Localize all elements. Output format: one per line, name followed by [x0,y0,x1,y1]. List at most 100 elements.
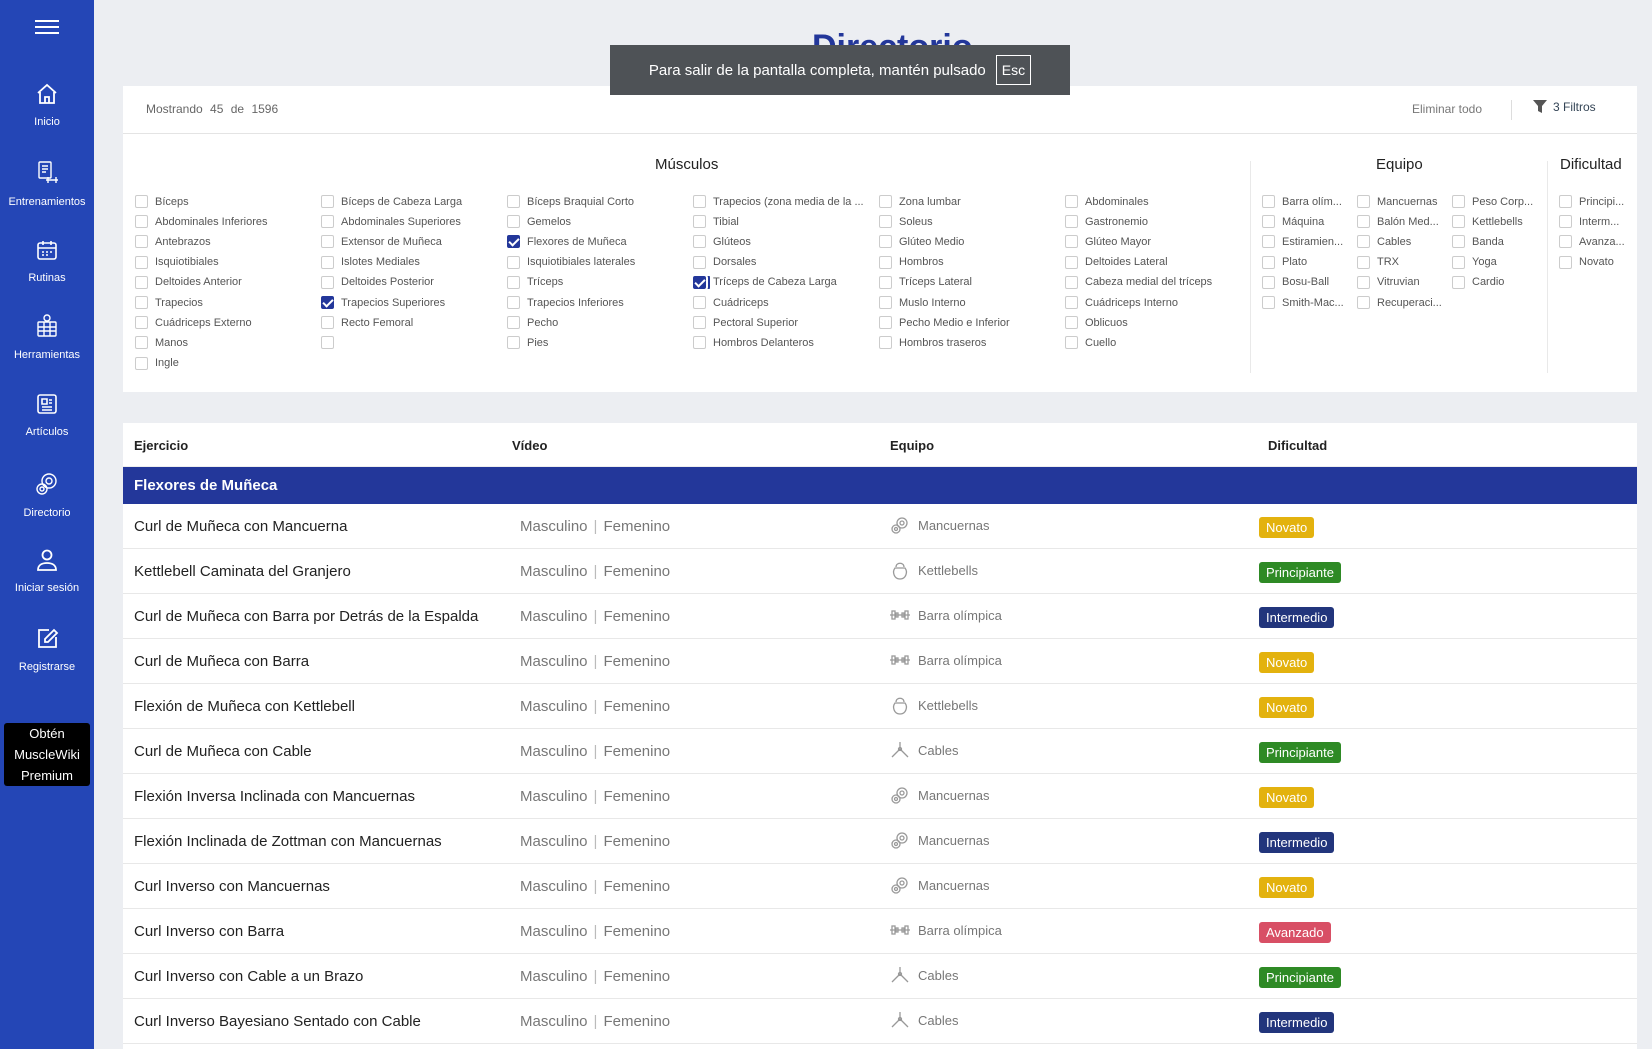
video-male-link[interactable]: Masculino [520,518,588,535]
checkbox[interactable] [1357,235,1370,249]
filters-toggle-button[interactable]: 3 Filtros [1533,100,1596,114]
checkbox[interactable] [321,296,334,309]
checkbox[interactable] [1065,195,1078,208]
hamburger-menu-icon[interactable] [35,16,59,36]
filter-option[interactable]: Cables [1357,235,1447,249]
video-female-link[interactable]: Femenino [603,518,670,535]
checkbox[interactable] [693,215,706,229]
filter-option[interactable]: Barra olím... [1262,195,1352,208]
video-female-link[interactable]: Femenino [603,788,670,805]
checkbox[interactable] [135,235,148,249]
filter-option[interactable]: Glúteo Mayor [1065,235,1245,249]
video-female-link[interactable]: Femenino [603,1013,670,1030]
exercise-name[interactable]: Curl Inverso con Mancuernas [134,878,330,895]
video-female-link[interactable]: Femenino [603,878,670,895]
filter-option[interactable]: Bíceps de Cabeza Larga [321,195,501,208]
sidebar-item-directorio[interactable]: Directorio [0,471,94,519]
filter-option[interactable]: Isquiotibiales laterales [507,255,687,269]
filter-option[interactable]: Recuperaci... [1357,296,1447,309]
filter-option[interactable]: Kettlebells [1452,215,1542,229]
checkbox[interactable] [879,255,892,269]
filter-option[interactable]: Tríceps de Cabeza Larga [693,275,873,289]
filter-option[interactable]: Smith-Mac... [1262,296,1352,309]
checkbox[interactable] [507,336,520,350]
video-male-link[interactable]: Masculino [520,743,588,760]
checkbox[interactable] [1262,275,1275,289]
filter-option[interactable]: Flexores de Muñeca [507,235,687,249]
checkbox[interactable] [879,235,892,249]
filter-option[interactable]: Extensor de Muñeca [321,235,501,249]
exercise-name[interactable]: Curl Inverso con Cable a un Brazo [134,968,363,985]
exercise-name[interactable]: Curl de Muñeca con Cable [134,743,312,760]
sidebar-item-herramientas[interactable]: Herramientas [0,313,94,361]
checkbox[interactable] [507,235,520,249]
checkbox[interactable] [693,275,710,289]
clear-all-button[interactable]: Eliminar todo [1412,102,1482,116]
filter-option[interactable]: Abdominales [1065,195,1245,208]
filter-option[interactable]: Trapecios (zona media de la ... [693,195,873,208]
checkbox[interactable] [135,356,148,370]
filter-option[interactable]: Islotes Mediales [321,255,501,269]
filter-option[interactable]: Zona lumbar [879,195,1059,208]
filter-option[interactable]: Pecho Medio e Inferior [879,316,1059,330]
video-male-link[interactable]: Masculino [520,1013,588,1030]
checkbox[interactable] [135,316,148,330]
filter-option[interactable]: Trapecios [135,296,315,309]
filter-option[interactable]: Abdominales Inferiores [135,215,315,229]
table-row[interactable]: Curl de Muñeca con Mancuerna Masculino | Fe… [123,504,1637,549]
filter-option[interactable]: Novato [1559,255,1633,269]
filter-option[interactable]: Tríceps Lateral [879,275,1059,289]
checkbox[interactable] [693,195,706,208]
checkbox[interactable] [507,316,520,330]
table-row[interactable]: Curl Inverso Bayesiano Sentado con Cable… [123,999,1637,1044]
filter-option[interactable]: Balón Med... [1357,215,1447,229]
filter-option[interactable]: Avanza... [1559,235,1633,249]
sidebar-item-rutinas[interactable]: Rutinas [0,238,94,284]
filter-option[interactable]: Recto Femoral [321,316,501,330]
video-female-link[interactable]: Femenino [603,833,670,850]
checkbox[interactable] [1262,195,1275,208]
filter-option[interactable]: Cabeza medial del tríceps [1065,275,1245,289]
table-row[interactable]: Curl Inverso con Cable a un Brazo Masculi… [123,954,1637,999]
filter-option[interactable]: Máquina [1262,215,1352,229]
exercise-name[interactable]: Flexión Inclinada de Zottman con Mancuer… [134,833,442,850]
filter-option[interactable]: Antebrazos [135,235,315,249]
checkbox[interactable] [1357,195,1370,208]
filter-option[interactable]: Bíceps [135,195,315,208]
checkbox[interactable] [879,275,892,289]
checkbox[interactable] [321,235,334,249]
video-male-link[interactable]: Masculino [520,608,588,625]
filter-option[interactable]: Hombros [879,255,1059,269]
video-female-link[interactable]: Femenino [603,923,670,940]
checkbox[interactable] [135,336,148,350]
filter-option[interactable]: Cuello [1065,336,1245,350]
video-male-link[interactable]: Masculino [520,698,588,715]
filter-option[interactable]: Muslo Interno [879,296,1059,309]
filter-option[interactable]: Deltoides Posterior [321,275,501,289]
filter-option[interactable]: Manos [135,336,315,350]
checkbox[interactable] [1452,255,1465,269]
filter-option[interactable]: Cuádriceps [693,296,873,309]
checkbox[interactable] [693,316,706,330]
sidebar-item-inicio[interactable]: Inicio [0,82,94,128]
filter-option[interactable]: Trapecios Superiores [321,296,501,309]
filter-option[interactable]: Plato [1262,255,1352,269]
filter-option[interactable]: Yoga [1452,255,1542,269]
filter-option[interactable]: Deltoides Anterior [135,275,315,289]
sidebar-item-registrarse[interactable]: Registrarse [0,627,94,673]
filter-option[interactable]: Soleus [879,215,1059,229]
checkbox[interactable] [321,316,334,330]
checkbox[interactable] [1065,255,1078,269]
checkbox[interactable] [135,275,148,289]
filter-option[interactable]: Banda [1452,235,1542,249]
checkbox[interactable] [1452,215,1465,229]
checkbox[interactable] [1357,296,1370,309]
checkbox[interactable] [693,255,706,269]
checkbox[interactable] [879,316,892,330]
checkbox[interactable] [1357,255,1370,269]
filter-option[interactable]: Gastronemio [1065,215,1245,229]
exercise-name[interactable]: Flexión de Muñeca con Kettlebell [134,698,355,715]
checkbox[interactable] [1357,275,1370,289]
sidebar-item-articulos[interactable]: Artículos [0,392,94,438]
checkbox[interactable] [1065,275,1078,289]
